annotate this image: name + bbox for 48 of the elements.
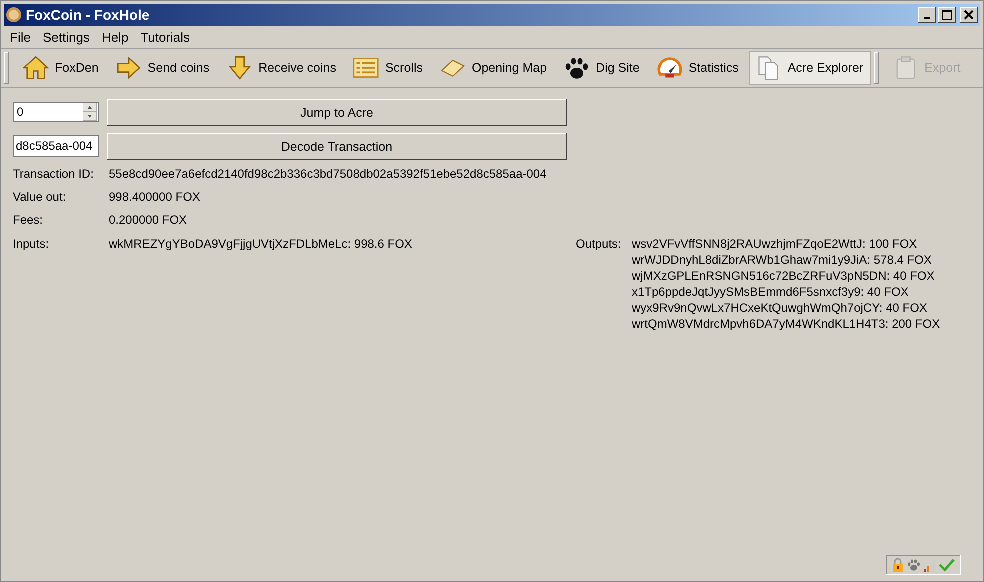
toolbar-button[interactable]: Opening Map: [432, 51, 554, 85]
field-label: Value out:: [13, 190, 68, 204]
field-label: Fees:: [13, 213, 44, 227]
field-label: Transaction ID:: [13, 167, 95, 181]
toolbar-button[interactable]: Dig Site: [557, 51, 647, 85]
output-entry: wrtQmW8VMdrcMpvh6DA7yM4WKndKL1H4T3: 200 FOX: [632, 316, 940, 332]
toolbar-button[interactable]: Acre Explorer: [748, 51, 871, 85]
gauge-icon: [656, 55, 683, 81]
padlock-icon: [892, 558, 904, 572]
input-entry: wkMREZYgYBoDA9VgFjjgUVtjXzFDLbMeLc: 998.6 FOX: [109, 236, 412, 252]
decode-button[interactable]: Decode Transaction: [107, 133, 567, 160]
arrow-down-icon: [226, 55, 253, 81]
signal-icon: [924, 558, 936, 572]
field-label: Outputs:: [576, 236, 622, 252]
arrow-right-icon: [116, 55, 142, 81]
toolbar-button[interactable]: FoxDen: [16, 51, 106, 85]
field-value: 998.400000 FOX: [109, 190, 200, 204]
minimize-button[interactable]: [918, 7, 936, 23]
menu-item[interactable]: Settings: [36, 30, 96, 44]
field-value: 0.200000 FOX: [109, 213, 188, 227]
output-entry: x1Tp6ppdeJqtJyySMsBEmmd6F5snxcf3y9: 40 FOX: [632, 284, 910, 300]
output-entry: wsv2VFvVffSNN8j2RAUwzhjmFZqoE2WttJ: 100 FOX: [632, 236, 918, 252]
transaction-field[interactable]: d8c585aa-004: [13, 135, 99, 157]
maximize-icon: [942, 10, 952, 20]
close-button[interactable]: [960, 7, 978, 23]
paw-icon: [907, 558, 921, 572]
maximize-button[interactable]: [938, 7, 956, 23]
output-entry: wjMXzGPLEnRSNGN516c72BcZRFuV3pN5DN: 40 FOX: [632, 268, 936, 284]
jump-button[interactable]: Jump to Acre: [107, 99, 567, 126]
list-icon: [353, 55, 380, 81]
output-entry: wrWJDDnyhL8diZbrARWb1Ghaw7mi1y9JiA: 578.4 FOX: [632, 252, 933, 268]
toolbar-button[interactable]: Send coins: [108, 51, 217, 85]
toolbar-button[interactable]: Receive coins: [220, 51, 344, 85]
house-icon: [23, 55, 49, 81]
toolbar-button[interactable]: Statistics: [650, 51, 746, 85]
close-icon: [964, 10, 974, 20]
menu-item[interactable]: Tutorials: [134, 30, 196, 44]
check-icon: [939, 558, 955, 572]
toolbar-button[interactable]: Scrolls: [346, 51, 430, 85]
field-label: Inputs:: [13, 236, 50, 252]
minimize-icon: [924, 17, 930, 19]
coin-icon: [6, 7, 22, 23]
spin-arrows-icon: [83, 103, 97, 121]
output-entry: wyx9Rv9nQvwLx7HCxeKtQuwghWmQh7ojCY: 40 FOX: [632, 300, 928, 316]
field-value: 55e8cd90ee7a6efcd2140fd98c2b336c3bd7508db02a5392f51ebe52d8c585aa-004: [109, 167, 547, 181]
window-title: FoxCoin - FoxHole: [26, 7, 151, 23]
menu-item[interactable]: File: [4, 30, 37, 44]
menu-item[interactable]: Help: [96, 30, 135, 44]
